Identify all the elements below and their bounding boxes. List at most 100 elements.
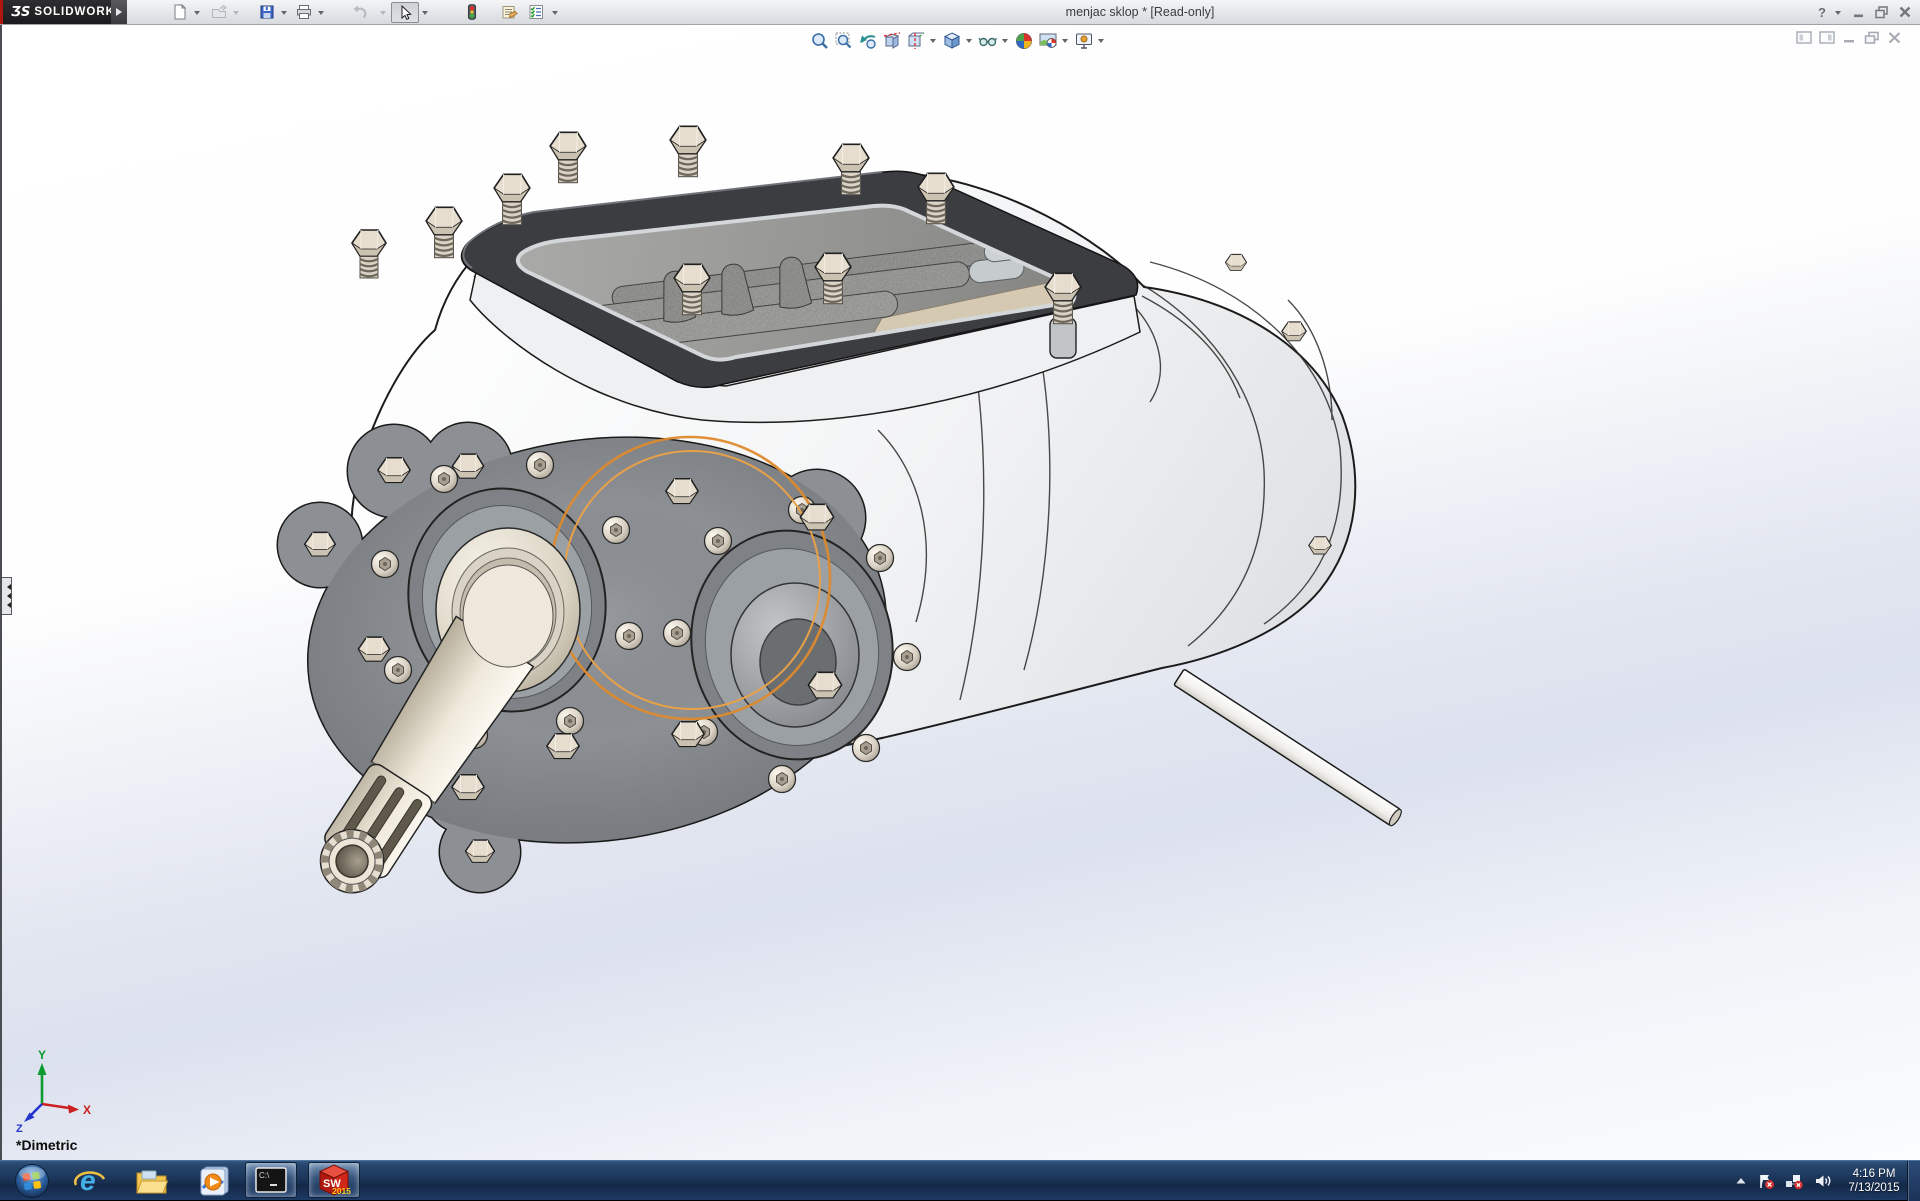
open-button[interactable] [209,2,229,21]
apply-scene-dropdown[interactable] [1060,29,1071,53]
y-axis-arrow [38,1063,47,1075]
sw-icon-year: 2015 [332,1186,351,1196]
view-orientation-button[interactable] [940,29,963,53]
edit-appearance-button[interactable] [1012,29,1035,53]
media-player-icon [197,1164,231,1198]
rebuild-traffic-light-icon [464,4,480,20]
dome-screw[interactable] [431,466,458,493]
help-dropdown[interactable] [1834,9,1844,19]
new-document-button[interactable] [170,2,190,21]
menu-expand-tab[interactable] [111,0,127,24]
dome-screw[interactable] [527,452,554,479]
section-view-flyout-icon [906,31,926,51]
start-button[interactable] [10,1161,54,1201]
app-minimize-button[interactable] [1849,2,1869,22]
command-prompt-button[interactable]: C:\ [245,1162,297,1198]
print-dropdown[interactable] [317,9,327,19]
doc-minimize-button[interactable] [1842,31,1857,44]
previous-view-button[interactable] [856,29,879,53]
dome-screw[interactable] [664,620,691,647]
open-dropdown[interactable] [232,9,242,19]
clock-date: 7/13/2015 [1842,1181,1906,1195]
view-orientation-dropdown[interactable] [964,29,975,53]
view-orientation-cube-icon [942,31,962,51]
dome-screw[interactable] [867,545,894,572]
housing-rim-bolt[interactable] [1282,322,1306,341]
heads-up-view-toolbar [808,28,1107,54]
doc-close-button[interactable] [1887,31,1902,44]
select-button[interactable] [391,2,419,23]
zoom-to-area-button[interactable] [832,29,855,53]
dome-screw[interactable] [705,528,732,555]
doc-restore-button[interactable] [1864,31,1880,44]
dome-screw[interactable] [603,517,630,544]
apply-scene-button[interactable] [1036,29,1059,53]
display-style-dropdown[interactable] [1000,29,1011,53]
collapse-arrow-icon [4,593,11,599]
display-style-button[interactable] [976,29,999,53]
x-axis-label: X [83,1103,91,1117]
undo-button[interactable] [349,2,369,21]
options-button[interactable] [526,2,546,21]
close-icon [1898,5,1912,19]
y-axis-label: Y [38,1048,46,1062]
show-left-pane-button[interactable] [1796,31,1812,44]
section-view-dropdown[interactable] [928,29,939,53]
internet-explorer-button[interactable]: e [68,1161,112,1201]
section-view-button[interactable] [880,29,903,53]
taskbar-clock[interactable]: 4:16 PM 7/13/2015 [1842,1167,1906,1195]
section-view-flyout-button[interactable] [904,29,927,53]
dome-screw[interactable] [853,735,880,762]
zoom-to-fit-button[interactable] [808,29,831,53]
dome-screw[interactable] [557,708,584,735]
cover-bolt[interactable] [426,207,462,257]
show-desktop-button[interactable] [1907,1161,1920,1201]
solidworks-logo-mark: ƷS [11,5,30,20]
new-document-dropdown[interactable] [193,9,203,19]
dome-screw[interactable] [894,644,921,671]
view-settings-dropdown[interactable] [1096,29,1107,53]
volume-icon[interactable] [1813,1172,1833,1190]
cover-bolt[interactable] [352,230,386,278]
rebuild-button[interactable] [462,2,482,21]
graphics-viewport[interactable]: Y X Z [0,25,1920,1160]
dome-screw[interactable] [385,657,412,684]
select-dropdown[interactable] [421,9,431,19]
windows-explorer-button[interactable] [130,1161,174,1201]
restore-icon [1874,5,1889,19]
undo-dropdown[interactable] [379,9,389,19]
output-shaft[interactable] [1174,669,1404,827]
app-titlebar: ƷS SOLIDWORKS menjac sklop * [Read-only]… [0,0,1920,25]
network-status-icon[interactable] [1784,1172,1804,1190]
options-dropdown[interactable] [551,9,561,19]
app-close-button[interactable] [1895,2,1915,22]
orientation-triad[interactable]: Y X Z [16,1048,91,1135]
cover-bolt[interactable] [670,126,706,176]
file-properties-button[interactable] [499,2,519,21]
media-player-button[interactable] [192,1161,236,1201]
view-settings-button[interactable] [1072,29,1095,53]
system-tray: 4:16 PM 7/13/2015 [1734,1161,1906,1201]
file-properties-icon [501,4,518,20]
help-button[interactable]: ? [1812,2,1832,22]
print-button[interactable] [294,2,314,21]
save-icon [259,4,275,20]
solidworks-2015-button[interactable]: SW 2015 [308,1162,360,1198]
housing-rim-bolt[interactable] [1225,254,1246,270]
panel-collapse-tab[interactable] [2,577,12,615]
zoom-to-area-icon [834,31,854,51]
show-right-pane-button[interactable] [1819,31,1835,44]
apply-scene-icon [1038,31,1058,51]
section-view-icon [882,31,902,51]
action-center-icon[interactable] [1757,1172,1775,1190]
dome-screw[interactable] [616,623,643,650]
display-style-icon [978,31,998,51]
3d-model-canvas[interactable]: Y X Z [2,25,1920,1160]
show-hidden-icons-button[interactable] [1734,1174,1748,1188]
dome-screw[interactable] [769,766,796,793]
save-dropdown[interactable] [280,9,290,19]
dome-screw[interactable] [372,551,399,578]
cover-bolt[interactable] [550,132,586,182]
save-button[interactable] [257,2,277,21]
app-restore-button[interactable] [1871,2,1891,22]
